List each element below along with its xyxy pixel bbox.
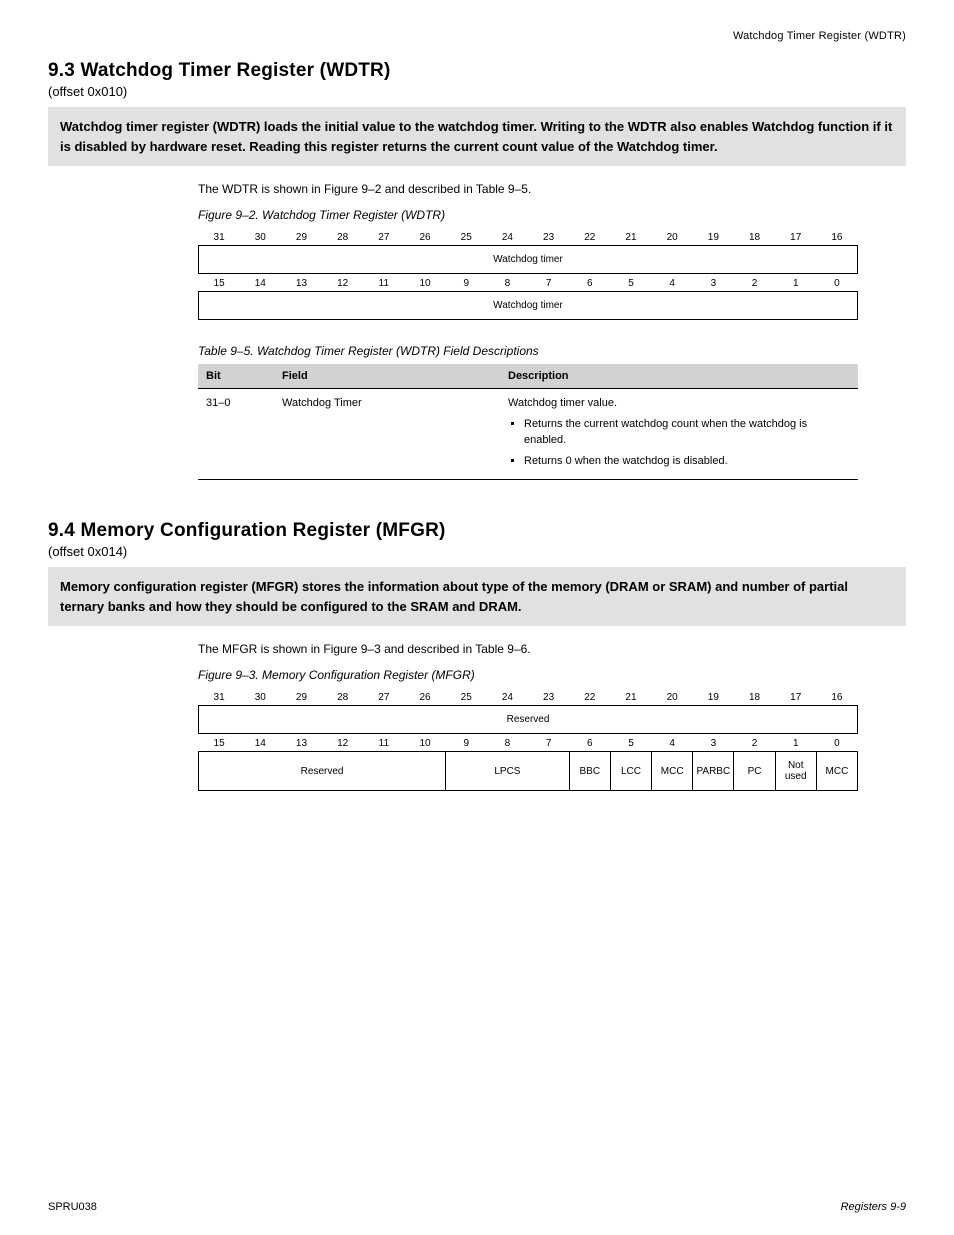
- table-row: Watchdog timer: [199, 292, 858, 320]
- table-row: 31 30 29 28 27 26 25 24 23 22 21 20 19 1…: [199, 228, 858, 246]
- table-row: 15 14 13 12 11 10 9 8 7 6 5 4 3 2 1 0: [199, 274, 858, 292]
- header-right-text: Watchdog Timer Register (WDTR): [733, 30, 906, 42]
- section-9-3-title: 9.3 Watchdog Timer Register (WDTR): [48, 60, 906, 82]
- section-9-3-offset: (offset 0x010): [48, 84, 906, 99]
- section-9-4-note: The MFGR is shown in Figure 9–3 and desc…: [48, 640, 906, 658]
- section-9-4-offset: (offset 0x014): [48, 544, 906, 559]
- table-row: Reserved LPCS BBC LCC MCC PARBC PC Not u…: [199, 752, 858, 791]
- mfgr-bit-diagram: 31 30 29 28 27 26 25 24 23 22 21 20 19 1…: [198, 688, 858, 791]
- footer-left: SPRU038: [48, 1201, 97, 1213]
- field-parbc: PARBC: [693, 752, 734, 791]
- cell-desc: Watchdog timer value. Returns the curren…: [500, 389, 858, 480]
- cell-field: Watchdog Timer: [274, 389, 500, 480]
- list-item: Returns 0 when the watchdog is disabled.: [524, 453, 850, 470]
- section-9-4-title: 9.4 Memory Configuration Register (MFGR): [48, 520, 906, 542]
- field-lcc: LCC: [610, 752, 651, 791]
- table-row: 15 14 13 12 11 10 9 8 7 6 5 4 3 2 1 0: [199, 734, 858, 752]
- field-watchdog-high: Watchdog timer: [199, 246, 858, 274]
- section-9-4-summary-box: Memory configuration register (MFGR) sto…: [48, 567, 906, 626]
- page-footer: SPRU038 Registers 9-9: [48, 1201, 906, 1213]
- table-row: Watchdog timer: [199, 246, 858, 274]
- col-head-bit: Bit: [198, 364, 274, 389]
- footer-right: Registers 9-9: [841, 1201, 906, 1213]
- section-9-3-note: The WDTR is shown in Figure 9–2 and desc…: [48, 180, 906, 198]
- table-row: Reserved: [199, 706, 858, 734]
- field-bbc: BBC: [569, 752, 610, 791]
- field-lpcs: LPCS: [446, 752, 570, 791]
- field-watchdog-low: Watchdog timer: [199, 292, 858, 320]
- col-head-field: Field: [274, 364, 500, 389]
- page-header-right: Watchdog Timer Register (WDTR): [48, 30, 906, 42]
- table-row: 31 30 29 28 27 26 25 24 23 22 21 20 19 1…: [199, 688, 858, 706]
- field-reserved-high: Reserved: [199, 706, 858, 734]
- field-mcc-0: MCC: [816, 752, 857, 791]
- section-9-3-summary-box: Watchdog timer register (WDTR) loads the…: [48, 107, 906, 166]
- cell-bits: 31–0: [198, 389, 274, 480]
- section-9-3-summary-text: Watchdog timer register (WDTR) loads the…: [60, 117, 894, 156]
- table-9-5-caption: Table 9–5. Watchdog Timer Register (WDTR…: [198, 344, 858, 358]
- figure-9-2-caption: Figure 9–2. Watchdog Timer Register (WDT…: [48, 208, 906, 222]
- wdtr-bit-diagram: 31 30 29 28 27 26 25 24 23 22 21 20 19 1…: [198, 228, 858, 320]
- field-pc: PC: [734, 752, 775, 791]
- field-mcc-4: MCC: [652, 752, 693, 791]
- table-row: 31–0 Watchdog Timer Watchdog timer value…: [198, 389, 858, 480]
- figure-9-3-caption: Figure 9–3. Memory Configuration Registe…: [48, 668, 906, 682]
- field-reserved-low: Reserved: [199, 752, 446, 791]
- section-9-4-summary-text: Memory configuration register (MFGR) sto…: [60, 577, 894, 616]
- field-notused: Not used: [775, 752, 816, 791]
- wdtr-field-table: Bit Field Description 31–0 Watchdog Time…: [198, 364, 858, 480]
- table-row: Bit Field Description: [198, 364, 858, 389]
- list-item: Returns the current watchdog count when …: [524, 416, 850, 449]
- col-head-desc: Description: [500, 364, 858, 389]
